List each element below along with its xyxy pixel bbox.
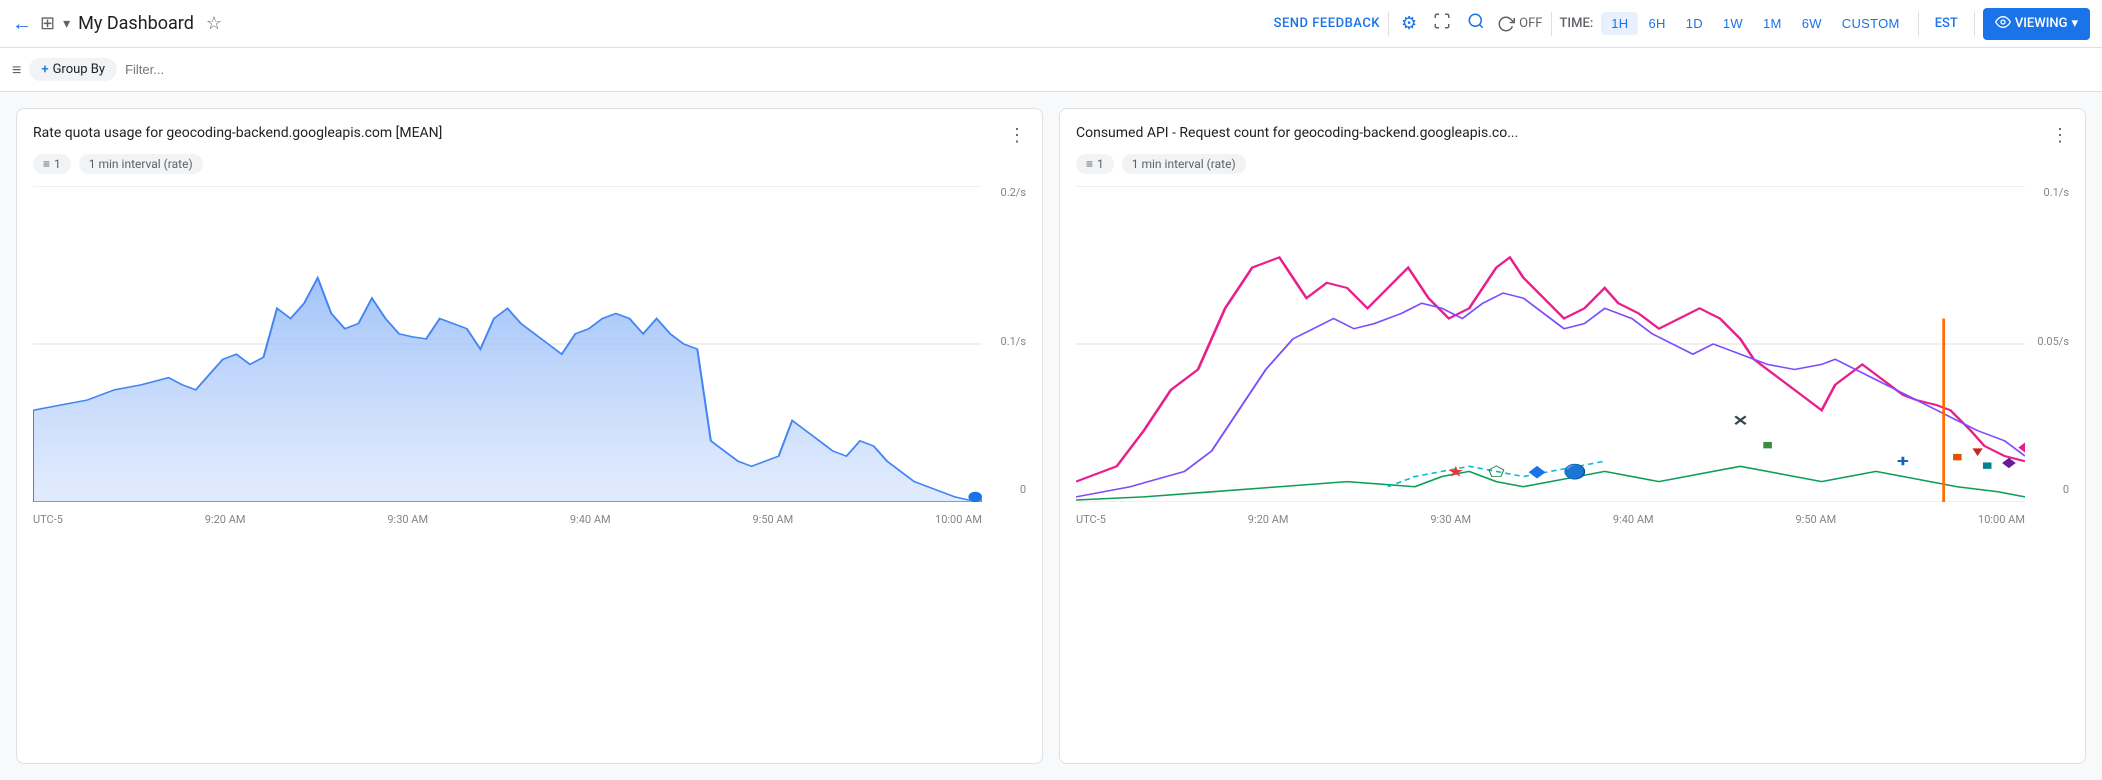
svg-text:◆: ◆ [1529,461,1546,481]
search-icon[interactable] [1463,8,1489,39]
time-1h[interactable]: 1H [1601,12,1638,35]
svg-text:◆: ◆ [2018,439,2025,454]
dropdown-arrow[interactable]: ▾ [63,16,70,32]
svg-text:■: ■ [1762,437,1773,452]
plus-icon: + [41,62,48,77]
chart-card-2: Consumed API - Request count for geocodi… [1059,108,2086,764]
send-feedback-button[interactable]: SEND FEEDBACK [1274,16,1380,31]
hamburger-menu-icon[interactable]: ≡ [12,60,21,80]
x-label-1000-1: 10:00 AM [935,513,982,526]
filter-tag-icon-1: ≡ [43,157,50,171]
y-label-mid-1: 0.1/s [1001,335,1026,348]
chart-card-1: Rate quota usage for geocoding-backend.g… [16,108,1043,764]
svg-text:🔵: 🔵 [1563,463,1587,481]
x-label-940-1: 9:40 AM [570,513,611,526]
top-navigation: ← ⊞ ▾ My Dashboard ☆ SEND FEEDBACK ⚙ OFF… [0,0,2102,48]
chart-title-2: Consumed API - Request count for geocodi… [1076,125,1518,141]
time-label: TIME: [1560,16,1594,31]
x-label-920-1: 9:20 AM [205,513,246,526]
chart-area-2: 0.1/s 0.05/s 0 [1076,186,2069,526]
filter-tag-2[interactable]: ≡ 1 [1076,154,1114,174]
viewing-button[interactable]: VIEWING ▾ [1983,8,2090,40]
interval-label-1: 1 min interval (rate) [89,157,193,171]
x-label-920-2: 9:20 AM [1248,513,1289,526]
chart-svg-2: ★ ⬠ ◆ ✕ ■ + ■ ■ ▼ [1076,186,2025,502]
x-label-utc-1: UTC-5 [33,513,63,526]
y-label-mid-2: 0.05/s [2037,335,2069,348]
svg-text:■: ■ [1982,457,1993,472]
divider2 [1551,12,1552,36]
x-axis-labels-1: UTC-5 9:20 AM 9:30 AM 9:40 AM 9:50 AM 10… [33,502,982,526]
time-custom[interactable]: CUSTOM [1832,12,1910,35]
settings-icon[interactable]: ⚙ [1397,9,1421,38]
y-axis-labels-2: 0.1/s 0.05/s 0 [2029,186,2069,496]
y-label-top-1: 0.2/s [1001,186,1026,199]
card-tags-1: ≡ 1 1 min interval (rate) [33,154,1026,174]
divider4 [1974,12,1975,36]
x-label-950-2: 9:50 AM [1795,513,1836,526]
page-title: My Dashboard [78,13,194,34]
viewing-dropdown-arrow[interactable]: ▾ [2071,16,2078,31]
time-6w[interactable]: 6W [1792,12,1832,35]
x-label-940-2: 9:40 AM [1613,513,1654,526]
svg-text:▼: ▼ [1969,444,1986,459]
interval-tag-1[interactable]: 1 min interval (rate) [79,154,203,174]
chart-area-1: 0.2/s 0.1/s 0 [33,186,1026,526]
y-axis-labels-1: 0.2/s 0.1/s 0 [986,186,1026,496]
card-header-1: Rate quota usage for geocoding-backend.g… [33,125,1026,146]
svg-text:✕: ✕ [1732,413,1748,430]
chart-svg-1 [33,186,982,502]
svg-text:+: + [1897,451,1909,471]
x-axis-labels-2: UTC-5 9:20 AM 9:30 AM 9:40 AM 9:50 AM 10… [1076,502,2025,526]
x-label-930-2: 9:30 AM [1430,513,1471,526]
chart-title-1: Rate quota usage for geocoding-backend.g… [33,125,442,141]
y-label-bot-2: 0 [2063,483,2069,496]
interval-tag-2[interactable]: 1 min interval (rate) [1122,154,1246,174]
timezone-button[interactable]: EST [1927,12,1966,35]
interval-label-2: 1 min interval (rate) [1132,157,1236,171]
svg-text:⬠: ⬠ [1488,464,1505,481]
time-1d[interactable]: 1D [1676,12,1713,35]
y-label-bot-1: 0 [1020,483,1026,496]
refresh-label: OFF [1519,16,1542,31]
filter-tag-1[interactable]: ≡ 1 [33,154,71,174]
group-by-button[interactable]: + Group By [29,58,117,81]
svg-text:★: ★ [1447,464,1464,481]
svg-text:■: ■ [1952,449,1963,464]
x-label-930-1: 9:30 AM [387,513,428,526]
x-label-1000-2: 10:00 AM [1978,513,2025,526]
time-1w[interactable]: 1W [1713,12,1753,35]
viewing-label: VIEWING [2015,16,2068,31]
filter-input[interactable] [125,62,2090,77]
x-label-950-1: 9:50 AM [752,513,793,526]
back-button[interactable]: ← [12,11,32,36]
filter-tag-icon-2: ≡ [1086,157,1093,171]
filter-tag-count-1: 1 [54,157,61,171]
group-by-label: Group By [53,62,106,77]
divider3 [1918,12,1919,36]
time-1m[interactable]: 1M [1753,12,1792,35]
time-6h[interactable]: 6H [1638,12,1675,35]
time-selector: 1H 6H 1D 1W 1M 6W CUSTOM [1601,12,1909,35]
y-label-top-2: 0.1/s [2044,186,2069,199]
more-options-icon-2[interactable]: ⋮ [2051,125,2069,146]
view-type-icon[interactable]: ⊞ [40,13,55,34]
divider [1388,12,1389,36]
card-header-2: Consumed API - Request count for geocodi… [1076,125,2069,146]
main-content: Rate quota usage for geocoding-backend.g… [0,92,2102,780]
more-options-icon-1[interactable]: ⋮ [1008,125,1026,146]
filter-bar: ≡ + Group By [0,48,2102,92]
x-label-utc-2: UTC-5 [1076,513,1106,526]
fullscreen-icon[interactable] [1429,8,1455,39]
svg-text:◆: ◆ [2002,454,2017,469]
eye-icon [1995,14,2011,34]
favorite-icon[interactable]: ☆ [206,13,222,34]
card-tags-2: ≡ 1 1 min interval (rate) [1076,154,2069,174]
filter-tag-count-2: 1 [1097,157,1104,171]
refresh-button[interactable]: OFF [1497,15,1542,33]
